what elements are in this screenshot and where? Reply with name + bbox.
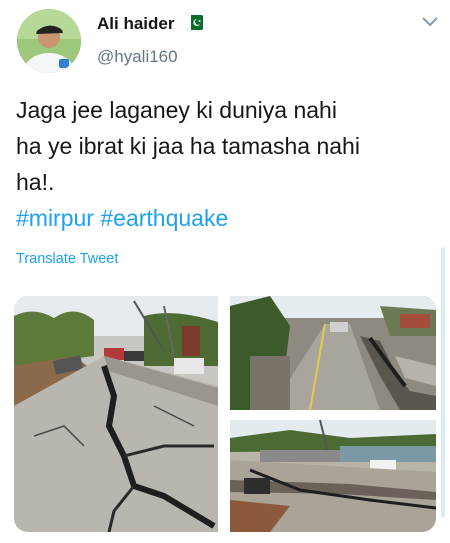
hashtag-link[interactable]: #mirpur xyxy=(16,205,94,231)
pakistan-flag-icon xyxy=(187,15,203,30)
tweet-line: Jaga jee laganey ki duniya nahi xyxy=(16,97,337,123)
author-handle[interactable]: @hyali160 xyxy=(97,47,178,67)
tweet-line: ha ye ibrat ki jaa ha tamasha nahi xyxy=(16,133,360,159)
earthquake-photo-3[interactable] xyxy=(230,420,436,532)
avatar-image xyxy=(17,9,81,73)
tweet-text: Jaga jee laganey ki duniya nahi ha ye ib… xyxy=(16,92,436,236)
earthquake-photo-1[interactable] xyxy=(14,296,218,532)
earthquake-photo-2[interactable] xyxy=(230,296,436,410)
author-name[interactable]: Ali haider xyxy=(97,14,174,34)
translate-tweet-link[interactable]: Translate Tweet xyxy=(16,251,118,267)
media-grid xyxy=(14,296,436,532)
chevron-down-icon[interactable] xyxy=(421,16,439,28)
avatar[interactable] xyxy=(17,9,81,73)
tweet-line: ha!. xyxy=(16,169,55,195)
hashtag-row: #mirpur #earthquake xyxy=(16,200,436,236)
scrollbar[interactable] xyxy=(441,247,445,517)
hashtag-link[interactable]: #earthquake xyxy=(100,205,228,231)
